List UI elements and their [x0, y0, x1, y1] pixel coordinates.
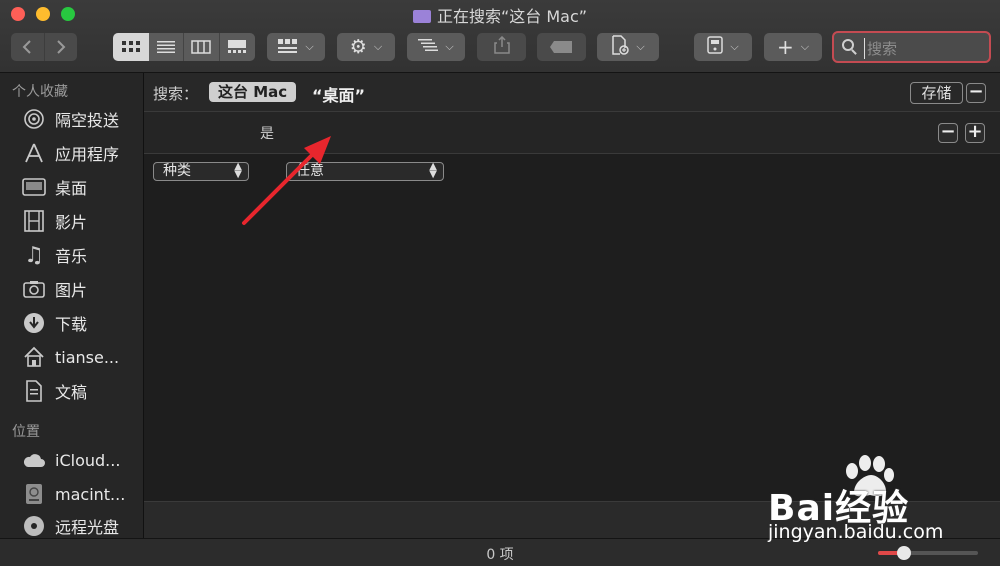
- drive-button[interactable]: ⌵: [694, 33, 752, 61]
- red-arrow-annotation: [242, 136, 331, 225]
- group-button[interactable]: ⌵: [267, 33, 325, 61]
- music-icon: ♫: [24, 242, 44, 268]
- downloads-icon: [22, 312, 46, 334]
- chevron-down-icon: ⌵: [730, 40, 739, 53]
- home-icon: [22, 346, 46, 368]
- sidebar-item-airdrop[interactable]: 隔空投送: [22, 104, 119, 134]
- watermark-url: jingyan.baidu.com: [768, 521, 944, 543]
- chevron-down-icon: ⌵: [373, 40, 383, 53]
- sidebar-item-label: 隔空投送: [55, 111, 120, 130]
- smart-folder-icon: [412, 10, 431, 23]
- documents-icon: [22, 380, 46, 402]
- sidebar-item-documents[interactable]: 文稿: [22, 376, 87, 406]
- window-title: 正在搜索“这台 Mac”: [0, 3, 1000, 27]
- forward-icon[interactable]: [45, 33, 78, 61]
- search-label: 搜索：: [153, 85, 199, 103]
- view-mode-control: [113, 33, 255, 61]
- sidebar-item-label: 应用程序: [55, 145, 120, 164]
- drive-icon: [707, 36, 724, 58]
- search-icon: [842, 39, 854, 51]
- sidebar-item-desktop[interactable]: 桌面: [22, 172, 87, 202]
- remove-criterion-button[interactable]: −: [938, 123, 958, 143]
- sidebar-item-label: 桌面: [55, 179, 88, 198]
- sidebar-item-label: 文稿: [55, 383, 88, 402]
- applications-icon: [22, 142, 46, 164]
- icloud-icon: [22, 449, 46, 471]
- icon-size-slider[interactable]: [878, 546, 978, 560]
- updown-icon: ▲ ▼: [429, 161, 437, 180]
- arrange-button[interactable]: ⌵: [407, 33, 465, 61]
- chevron-down-icon: ⌵: [305, 40, 314, 53]
- chevron-down-icon: ⌵: [636, 40, 645, 53]
- plus-icon: +: [776, 35, 794, 59]
- chevron-down-icon: ⌵: [800, 40, 810, 53]
- sidebar-item-pictures[interactable]: 图片: [22, 274, 87, 304]
- finder-window: 正在搜索“这台 Mac” ⌵ ⚙ ⌵ ⌵ ⌵ ⌵ + ⌵ 搜索 个人收藏 隔空投…: [0, 0, 1000, 566]
- icon-view-icon[interactable]: [113, 33, 149, 61]
- sidebar-item-label: 图片: [55, 281, 88, 300]
- column-view-icon[interactable]: [184, 33, 220, 61]
- sidebar-item-macintosh[interactable]: macint...: [22, 479, 125, 509]
- search-field[interactable]: 搜索: [832, 31, 991, 63]
- sidebar-item-label: tianse...: [55, 347, 120, 367]
- chevron-down-icon: ⌵: [445, 40, 454, 53]
- scope-this-mac-button[interactable]: 这台 Mac: [209, 82, 297, 102]
- airdrop-icon: [22, 108, 46, 130]
- scope-desktop-button[interactable]: “桌面”: [312, 82, 365, 106]
- sidebar-item-remote-disc[interactable]: 远程光盘: [22, 511, 119, 541]
- sidebar-item-music[interactable]: ♫ 音乐: [22, 240, 87, 270]
- share-button[interactable]: [477, 33, 526, 61]
- sidebar-item-movies[interactable]: 影片: [22, 206, 87, 236]
- sidebar-item-applications[interactable]: 应用程序: [22, 138, 119, 168]
- toolbar: 正在搜索“这台 Mac” ⌵ ⚙ ⌵ ⌵ ⌵ ⌵ + ⌵ 搜索: [0, 0, 1000, 73]
- baidu-watermark: Bai经验 jingyan.baidu.com: [768, 455, 998, 550]
- tag-button[interactable]: [537, 33, 586, 61]
- sidebar-item-label: iCloud...: [55, 450, 121, 470]
- search-input[interactable]: 搜索: [864, 38, 897, 59]
- pictures-icon: [22, 278, 46, 300]
- sidebar-item-downloads[interactable]: 下载: [22, 308, 87, 338]
- sidebar-item-icloud[interactable]: iCloud...: [22, 445, 120, 475]
- group-icon: [278, 38, 298, 57]
- sidebar-item-label: 音乐: [55, 247, 88, 266]
- add-button[interactable]: + ⌵: [764, 33, 822, 61]
- favorites-section-title: 个人收藏: [12, 84, 68, 100]
- sidebar: 个人收藏 隔空投送 应用程序 桌面 影片 ♫ 音乐 图片 下载 tianse..…: [0, 73, 144, 538]
- sidebar-item-label: 影片: [55, 213, 88, 232]
- arrange-icon: [418, 38, 439, 57]
- list-view-icon[interactable]: [149, 33, 184, 61]
- hard-drive-icon: [22, 483, 46, 505]
- attribute-select-value: 种类: [163, 163, 191, 179]
- search-scope-bar: 搜索： 这台 Mac “桌面” 存储 −: [144, 73, 1000, 112]
- tag-icon: [549, 38, 574, 57]
- sidebar-item-label: 下载: [55, 315, 88, 334]
- gallery-view-icon[interactable]: [220, 33, 256, 61]
- sidebar-item-home[interactable]: tianse...: [22, 342, 119, 372]
- disc-icon: [22, 515, 46, 537]
- save-button[interactable]: 存储: [910, 82, 963, 104]
- share-icon: [493, 35, 510, 58]
- remove-search-button[interactable]: −: [966, 83, 986, 103]
- desktop-icon: [22, 176, 46, 198]
- add-criterion-button[interactable]: +: [965, 123, 985, 143]
- back-icon[interactable]: [11, 33, 45, 61]
- new-document-button[interactable]: ⌵: [597, 33, 659, 61]
- locations-section-title: 位置: [12, 424, 40, 440]
- action-gear-icon: ⚙: [349, 36, 367, 58]
- nav-buttons: [11, 33, 77, 61]
- window-title-text: 正在搜索“这台 Mac”: [436, 7, 588, 26]
- document-plus-icon: [611, 35, 630, 59]
- movies-icon: [22, 210, 46, 232]
- action-button[interactable]: ⚙ ⌵: [337, 33, 395, 61]
- sidebar-item-label: 远程光盘: [55, 518, 120, 537]
- sidebar-item-label: macint...: [55, 484, 126, 504]
